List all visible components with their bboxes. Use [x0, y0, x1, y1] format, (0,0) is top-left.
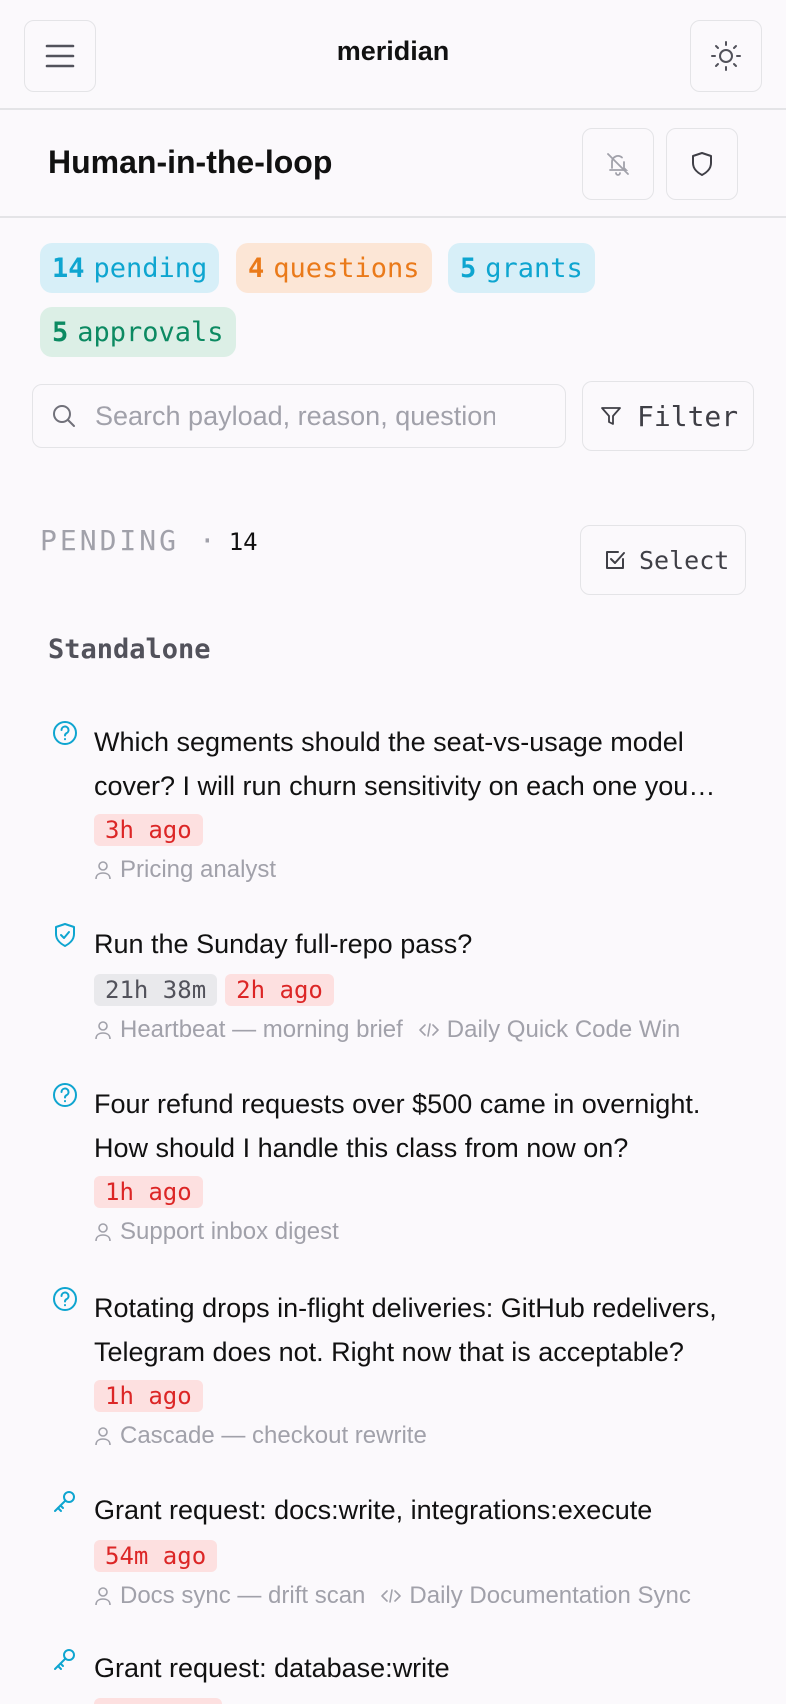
user-icon — [95, 1021, 111, 1040]
search-icon — [53, 405, 75, 427]
age-badge: 3h ago — [94, 814, 203, 846]
item-meta: Heartbeat — morning brief Daily Quick Co… — [94, 1016, 680, 1044]
stat-count: 5 — [52, 316, 69, 348]
shield-check-icon — [55, 923, 75, 947]
item-text: Grant request: database:write — [94, 1653, 450, 1683]
section-count: 14 — [228, 528, 258, 556]
item-text: Rotating drops in-flight deliveries: Git… — [94, 1293, 717, 1367]
filter-button[interactable]: Filter — [582, 381, 754, 451]
list-item[interactable]: Run the Sunday full-repo pass? 21h 38m 2… — [0, 922, 786, 1052]
item-meta: Support inbox digest — [94, 1218, 339, 1246]
stat-chip-questions[interactable]: 4 questions — [236, 243, 432, 293]
select-label: Select — [639, 545, 730, 575]
top-bar: meridian — [0, 0, 786, 110]
checkbox-icon — [606, 551, 625, 569]
stat-label: grants — [485, 252, 583, 284]
item-meta: Cascade — checkout rewrite — [94, 1422, 427, 1450]
item-text: Which segments should the seat-vs-usage … — [94, 727, 689, 801]
item-text: Run the Sunday full-repo pass? — [94, 929, 473, 959]
stat-chip-approvals[interactable]: 5 approvals — [40, 307, 236, 357]
badge-row: 1h ago — [94, 1380, 203, 1412]
stat-label: approvals — [77, 316, 224, 348]
user-icon — [95, 1427, 111, 1446]
section-header: PENDING · 14 — [40, 524, 258, 557]
age-badge — [94, 1698, 222, 1704]
list-item[interactable]: Grant request: database:write — [0, 1646, 786, 1704]
age-badge: 2h ago — [225, 974, 334, 1006]
agent-name: Cascade — checkout rewrite — [120, 1422, 427, 1449]
filter-icon — [601, 407, 621, 425]
shield-button[interactable] — [666, 128, 738, 200]
badge-row: 54m ago — [94, 1540, 218, 1572]
agent-name: Pricing analyst — [120, 856, 277, 883]
stat-count: 14 — [52, 252, 85, 284]
list-item[interactable]: Grant request: docs:write, integrations:… — [0, 1488, 786, 1618]
help-circle-icon — [53, 1287, 77, 1311]
item-text: Four refund requests over $500 came in o… — [94, 1089, 701, 1163]
group-label: Standalone — [48, 634, 211, 665]
list-item[interactable]: Four refund requests over $500 came in o… — [0, 1082, 786, 1252]
page-title: Human-in-the-loop — [48, 144, 333, 180]
age-badge: 1h ago — [94, 1380, 203, 1412]
badge-row: 3h ago — [94, 814, 203, 846]
app-title: meridian — [336, 36, 450, 66]
key-icon — [54, 1649, 75, 1670]
list-item[interactable]: Which segments should the seat-vs-usage … — [0, 720, 786, 890]
item-text: Grant request: docs:write, integrations:… — [94, 1495, 653, 1525]
age-badge: 1h ago — [94, 1176, 203, 1208]
help-circle-icon — [53, 1083, 77, 1107]
source-name: Daily Quick Code Win — [446, 1016, 681, 1043]
help-circle-icon — [53, 721, 77, 745]
sun-icon — [711, 41, 741, 71]
source-name: Daily Documentation Sync — [409, 1582, 691, 1609]
age-badge: 54m ago — [94, 1540, 218, 1572]
user-icon — [95, 1587, 111, 1606]
agent-name: Heartbeat — morning brief — [120, 1016, 403, 1043]
code-icon — [381, 1589, 402, 1603]
stat-label: pending — [93, 252, 208, 284]
list-item[interactable]: Rotating drops in-flight deliveries: Git… — [0, 1286, 786, 1456]
duration-badge: 21h 38m — [94, 974, 218, 1006]
shield-icon — [692, 152, 712, 176]
search-box — [32, 384, 566, 448]
bell-off-icon — [607, 153, 629, 176]
search-input[interactable] — [93, 399, 497, 433]
stat-count: 4 — [248, 252, 265, 284]
user-icon — [95, 861, 111, 880]
badge-row: 1h ago — [94, 1176, 203, 1208]
mute-button[interactable] — [582, 128, 654, 200]
code-icon — [418, 1023, 439, 1037]
agent-name: Docs sync — drift scan — [120, 1582, 366, 1609]
badge-row: 21h 38m 2h ago — [94, 974, 334, 1006]
user-icon — [95, 1223, 111, 1242]
page-header: Human-in-the-loop — [0, 110, 786, 218]
filter-label: Filter — [637, 399, 739, 433]
stat-count: 5 — [460, 252, 477, 284]
select-button[interactable]: Select — [580, 525, 746, 595]
section-label: PENDING · — [40, 524, 219, 557]
item-meta: Pricing analyst — [94, 856, 276, 884]
theme-toggle-button[interactable] — [690, 20, 762, 92]
agent-name: Support inbox digest — [120, 1218, 339, 1245]
key-icon — [54, 1491, 75, 1512]
stat-chip-pending[interactable]: 14 pending — [40, 243, 220, 293]
stat-label: questions — [273, 252, 420, 284]
stat-chip-grants[interactable]: 5 grants — [448, 243, 595, 293]
item-meta: Docs sync — drift scan Daily Documentati… — [94, 1582, 691, 1610]
